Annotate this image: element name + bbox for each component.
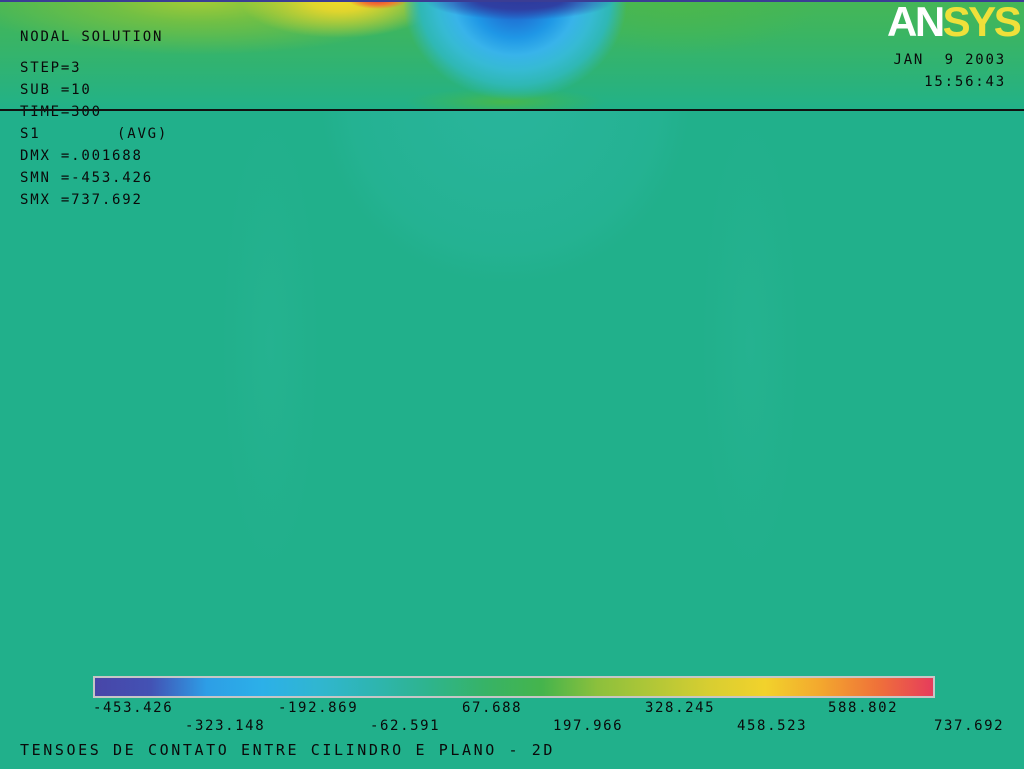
ansys-logo-sys: SYS <box>942 0 1022 45</box>
legend-value: 458.523 <box>737 718 808 734</box>
legend-value: -453.426 <box>93 700 174 716</box>
smx-label: SMX =737.692 <box>20 192 143 208</box>
ansys-graphics-window: NODAL SOLUTION STEP=3 SUB =10 TIME=300 S… <box>0 0 1024 769</box>
legend-value: -192.869 <box>278 700 359 716</box>
top-edge-strip <box>0 0 1024 2</box>
solution-type-label: NODAL SOLUTION <box>20 29 164 45</box>
legend-value: -62.591 <box>370 718 441 734</box>
ansys-logo: ANSYS <box>887 0 1022 45</box>
result-item-label: S1 <box>20 126 41 142</box>
dmx-label: DMX =.001688 <box>20 148 143 164</box>
legend-color-bar <box>93 676 935 698</box>
time-label: TIME=300 <box>20 104 102 120</box>
plot-time: 15:56:43 <box>924 74 1006 90</box>
step-label: STEP=3 <box>20 60 82 76</box>
contour-field-contact-zone <box>0 0 1024 110</box>
contour-field-lower <box>0 110 1024 769</box>
legend-value: 737.692 <box>934 718 1005 734</box>
plot-date: JAN 9 2003 <box>893 52 1006 68</box>
ansys-logo-an: AN <box>887 0 945 45</box>
averaging-label: (AVG) <box>117 126 169 142</box>
legend-value: 67.688 <box>462 700 523 716</box>
legend-value: -323.148 <box>185 718 266 734</box>
substep-label: SUB =10 <box>20 82 92 98</box>
model-boundary-line <box>0 109 1024 111</box>
legend-value: 197.966 <box>553 718 624 734</box>
plot-title: TENSOES DE CONTATO ENTRE CILINDRO E PLAN… <box>20 741 556 759</box>
legend-value: 588.802 <box>828 700 899 716</box>
legend-value: 328.245 <box>645 700 716 716</box>
smn-label: SMN =-453.426 <box>20 170 153 186</box>
